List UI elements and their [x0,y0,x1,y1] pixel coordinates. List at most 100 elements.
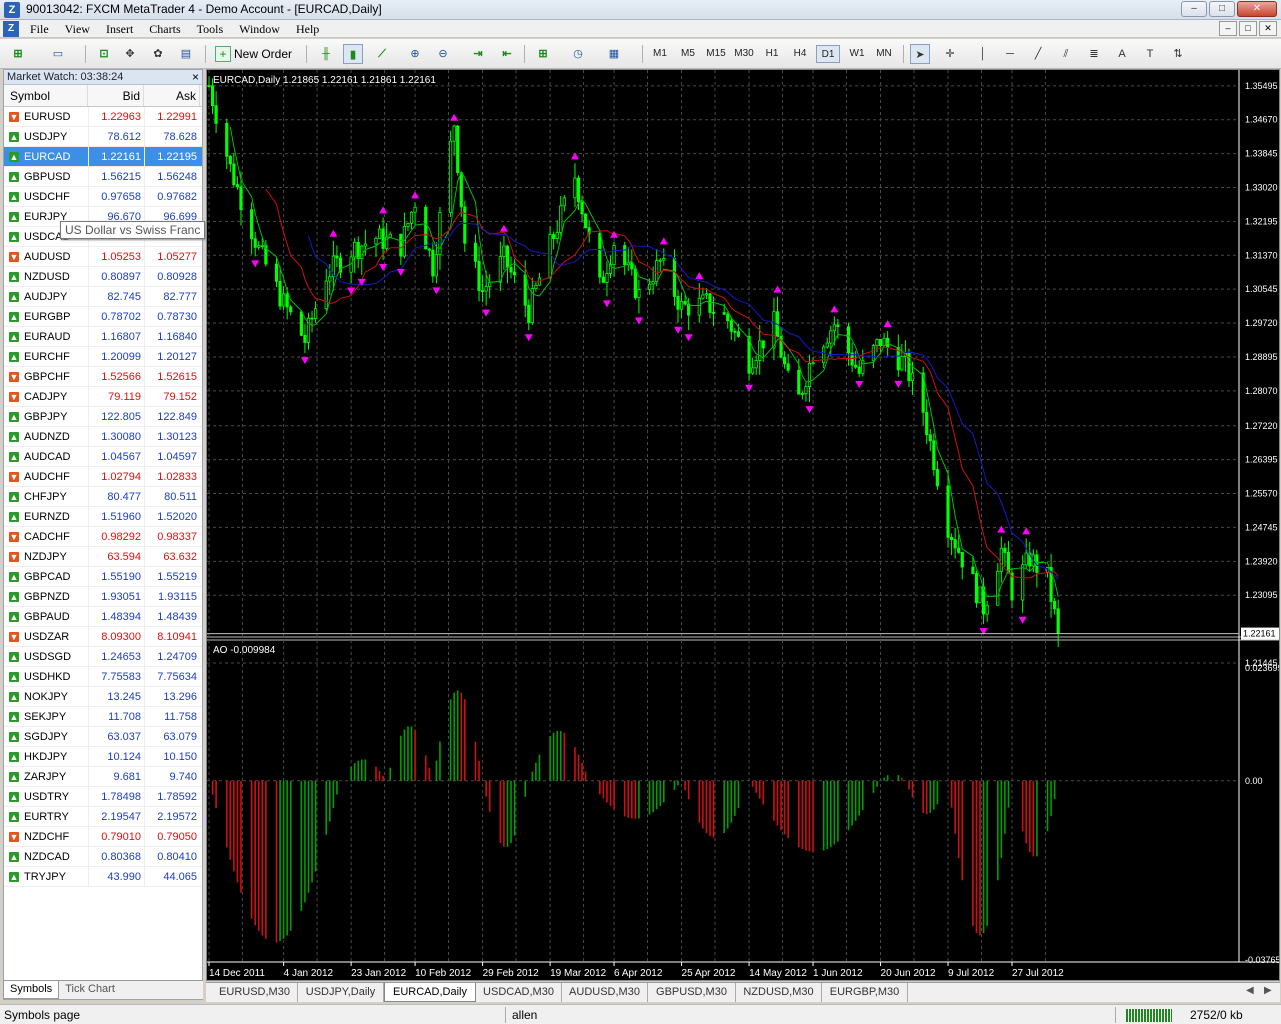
market-watch-row[interactable]: ▲ TRYJPY 43.990 44.065 [4,867,202,887]
menu-window[interactable]: Window [231,22,288,37]
chart-tab[interactable]: USDCAD,M30 [476,983,562,1002]
market-watch-row[interactable]: ▲ EURGBP 0.78702 0.78730 [4,307,202,327]
market-watch-row[interactable]: ▲ GBPJPY 122.805 122.849 [4,407,202,427]
new-chart-icon[interactable]: ⊞ [8,44,28,64]
market-watch-row[interactable]: ▲ GBPCAD 1.55190 1.55219 [4,567,202,587]
chart-shift-icon[interactable]: ⇤ [497,44,517,64]
minimize-button[interactable]: – [1181,1,1207,17]
market-watch-row[interactable]: ▲ NZDUSD 0.80897 0.80928 [4,267,202,287]
tf-mn[interactable]: MN [872,45,896,63]
market-watch-row[interactable]: ▲ GBPUSD 1.56215 1.56248 [4,167,202,187]
market-watch-row[interactable]: ▲ GBPNZD 1.93051 1.93115 [4,587,202,607]
mdi-minimize-button[interactable]: – [1219,21,1237,36]
menu-charts[interactable]: Charts [141,22,188,37]
ask-column-header[interactable]: Ask [144,85,200,106]
tf-m30[interactable]: M30 [732,45,756,63]
tf-m15[interactable]: M15 [704,45,728,63]
periods-clock-icon[interactable]: ◷ [568,44,588,64]
tf-d1[interactable]: D1 [816,45,840,63]
strategy-tester-icon[interactable]: ▤ [176,44,196,64]
indicators-icon[interactable]: ⊞ [533,44,553,64]
chart-window-icon[interactable]: Z [3,21,19,37]
market-watch-row[interactable]: ▲ AUDNZD 1.30080 1.30123 [4,427,202,447]
market-watch-row[interactable]: ▲ EURCHF 1.20099 1.20127 [4,347,202,367]
horizontal-line-icon[interactable]: ─ [1000,44,1020,64]
chart-canvas[interactable]: 14 Dec 2011 4 Jan 2012 23 Jan 2012 10 Feb 2… [207,70,1281,980]
market-watch-row[interactable]: ▼ USDZAR 8.09300 8.10941 [4,627,202,647]
tf-m1[interactable]: M1 [648,45,672,63]
market-watch-row[interactable]: ▼ GBPCHF 1.52566 1.52615 [4,367,202,387]
chart-window[interactable]: 14 Dec 2011 4 Jan 2012 23 Jan 2012 10 Feb 2… [206,69,1281,981]
menu-help[interactable]: Help [288,22,327,37]
menu-tools[interactable]: Tools [189,22,232,37]
vertical-line-icon[interactable]: │ [973,44,993,64]
market-watch-row[interactable]: ▲ AUDJPY 82.745 82.777 [4,287,202,307]
market-watch-row[interactable]: ▲ CHFJPY 80.477 80.511 [4,487,202,507]
market-watch-row[interactable]: ▼ AUDUSD 1.05253 1.05277 [4,247,202,267]
navigator-icon[interactable]: ✥ [120,44,140,64]
market-watch-row[interactable]: ▲ EURCAD 1.22161 1.22195 [4,147,202,167]
market-watch-row[interactable]: ▲ SGDJPY 63.037 63.079 [4,727,202,747]
terminal-icon[interactable]: ✿ [148,44,168,64]
autoscroll-icon[interactable]: ⇥ [468,44,488,64]
chart-tab[interactable]: EURGBP,M30 [822,983,908,1002]
menu-view[interactable]: View [57,22,98,37]
market-watch-row[interactable]: ▲ HKDJPY 10.124 10.150 [4,747,202,767]
maximize-button[interactable]: □ [1209,1,1235,17]
chart-tab[interactable]: GBPUSD,M30 [648,983,736,1002]
market-watch-row[interactable]: ▼ CADCHF 0.98292 0.98337 [4,527,202,547]
chart-tab-active[interactable]: EURCAD,Daily [384,983,476,1002]
market-watch-row[interactable]: ▲ USDTRY 1.78498 1.78592 [4,787,202,807]
market-watch-row[interactable]: ▲ EURAUD 1.16807 1.16840 [4,327,202,347]
market-watch-row[interactable]: ▲ EURNZD 1.51960 1.52020 [4,507,202,527]
tf-w1[interactable]: W1 [845,45,869,63]
close-button[interactable]: ✕ [1237,1,1277,17]
menu-insert[interactable]: Insert [98,22,141,37]
line-chart-icon[interactable]: ⟋ [372,44,392,64]
market-watch-row[interactable]: ▲ SEKJPY 11.708 11.758 [4,707,202,727]
zoom-in-icon[interactable]: ⊕ [405,44,425,64]
crosshair-icon[interactable]: ✛ [940,44,960,64]
market-watch-row[interactable]: ▼ EURUSD 1.22963 1.22991 [4,107,202,127]
market-watch-row[interactable]: ▲ USDJPY 78.612 78.628 [4,127,202,147]
market-watch-row[interactable]: ▼ CADJPY 79.119 79.152 [4,387,202,407]
fibonacci-icon[interactable]: ≣ [1084,44,1104,64]
templates-icon[interactable]: ▦ [604,44,624,64]
market-watch-row[interactable]: ▼ NZDCHF 0.79010 0.79050 [4,827,202,847]
zoom-out-icon[interactable]: ⊖ [433,44,453,64]
arrows-icon[interactable]: ⇅ [1168,44,1188,64]
market-watch-icon[interactable]: ⊡ [94,44,114,64]
equidistant-channel-icon[interactable]: ⫽ [1056,44,1076,64]
market-watch-row[interactable]: ▲ USDCHF 0.97658 0.97682 [4,187,202,207]
text-label-icon[interactable]: T [1140,44,1160,64]
market-watch-row[interactable]: ▲ USDHKD 7.75583 7.75634 [4,667,202,687]
market-watch-row[interactable]: ▲ NZDCAD 0.80368 0.80410 [4,847,202,867]
bid-column-header[interactable]: Bid [88,85,144,106]
close-icon[interactable]: × [192,70,199,85]
tf-h4[interactable]: H4 [788,45,812,63]
market-watch-row[interactable]: ▲ USDSGD 1.24653 1.24709 [4,647,202,667]
chart-tab[interactable]: EURUSD,M30 [212,983,298,1002]
chart-tab[interactable]: USDJPY,Daily [298,983,384,1002]
market-watch-row[interactable]: ▲ ZARJPY 9.681 9.740 [4,767,202,787]
chart-tab[interactable]: AUDUSD,M30 [562,983,648,1002]
text-tool-icon[interactable]: A [1112,44,1132,64]
tab-tick-chart[interactable]: Tick Chart [59,981,121,999]
cursor-icon[interactable]: ➤ [910,44,930,64]
bar-chart-icon[interactable]: ╫ [316,44,336,64]
market-watch-row[interactable]: ▲ NOKJPY 13.245 13.296 [4,687,202,707]
profiles-icon[interactable]: ▭ [48,44,68,64]
symbol-column-header[interactable]: Symbol [4,85,88,106]
market-watch-row[interactable]: ▲ EURTRY 2.19547 2.19572 [4,807,202,827]
tab-symbols[interactable]: Symbols [3,981,60,999]
market-watch-row[interactable]: ▼ AUDCHF 1.02794 1.02833 [4,467,202,487]
mdi-restore-button[interactable]: □ [1239,21,1257,36]
menu-file[interactable]: File [22,22,57,37]
market-watch-row[interactable]: ▲ GBPAUD 1.48394 1.48439 [4,607,202,627]
mdi-close-button[interactable]: ✕ [1259,21,1277,36]
tf-h1[interactable]: H1 [760,45,784,63]
tab-scroll-left-icon[interactable]: ◀ [1246,985,1254,996]
chart-tab[interactable]: NZDUSD,M30 [736,983,822,1002]
market-watch-row[interactable]: ▲ AUDCAD 1.04567 1.04597 [4,447,202,467]
tf-m5[interactable]: M5 [676,45,700,63]
